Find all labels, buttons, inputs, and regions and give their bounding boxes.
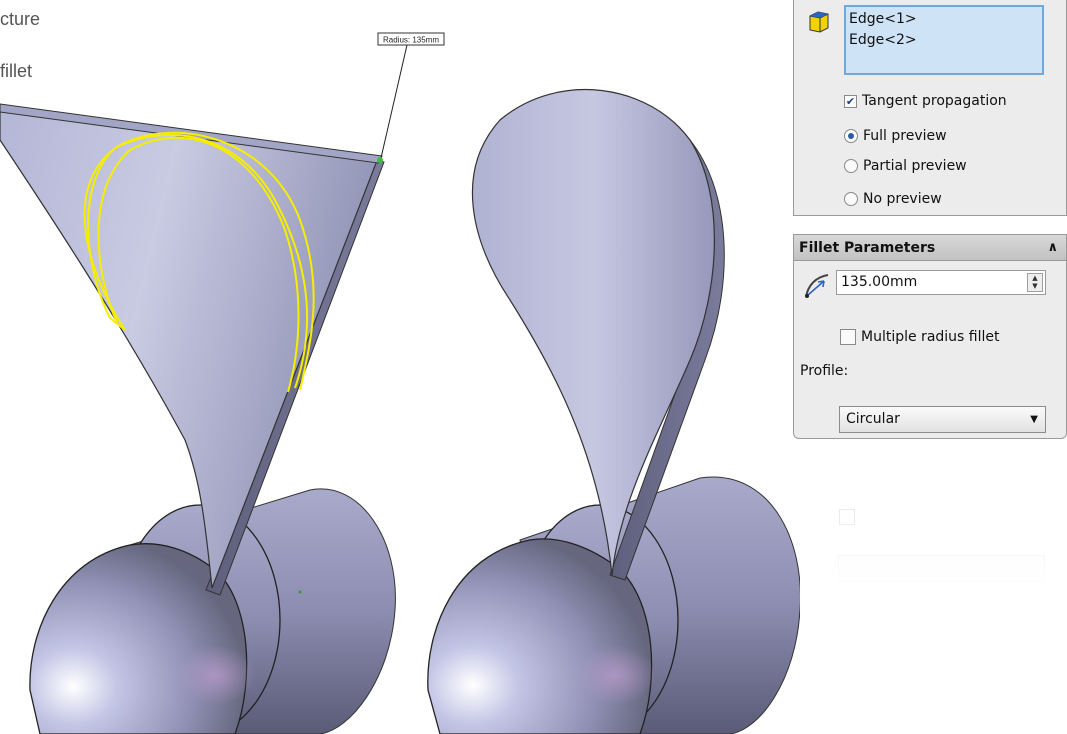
no-preview-option[interactable]: No preview <box>844 191 942 207</box>
multiple-radius-checkbox[interactable] <box>840 329 856 345</box>
chevron-down-icon: ▼ <box>1030 414 1038 425</box>
profile-dropdown[interactable]: Circular ▼ <box>839 406 1046 433</box>
right-model[interactable] <box>427 89 800 734</box>
profile-label: Profile: <box>800 363 849 379</box>
panel-reflection <box>793 440 1067 590</box>
partial-preview-option[interactable]: Partial preview <box>844 158 967 174</box>
partial-preview-radio[interactable] <box>844 159 858 173</box>
tangent-propagation-option[interactable]: ✔ Tangent propagation <box>844 93 1007 109</box>
no-preview-radio[interactable] <box>844 192 858 206</box>
no-preview-label: No preview <box>863 191 942 207</box>
graphics-viewport[interactable]: Radius: 135mm <box>0 0 800 734</box>
radius-spinner[interactable]: ▲ ▼ <box>1027 273 1043 292</box>
selection-panel: Edge<1> Edge<2> ✔ Tangent propagation Fu… <box>793 0 1067 216</box>
multiple-radius-option[interactable]: Multiple radius fillet <box>840 329 1000 345</box>
tangent-propagation-label: Tangent propagation <box>862 93 1007 109</box>
fillet-parameters-header[interactable]: Fillet Parameters ∧ <box>794 235 1066 261</box>
list-item[interactable]: Edge<1> <box>849 9 1039 30</box>
radius-icon <box>805 274 829 298</box>
full-preview-radio[interactable] <box>844 129 858 143</box>
profile-value: Circular <box>846 411 900 427</box>
fillet-parameters-title: Fillet Parameters <box>799 240 936 256</box>
radius-value: 135.00mm <box>841 274 918 290</box>
radius-callout[interactable]: Radius: 135mm <box>383 36 439 45</box>
radius-input[interactable]: 135.00mm ▲ ▼ <box>836 270 1046 295</box>
left-model[interactable]: Radius: 135mm <box>0 32 445 734</box>
collapse-icon[interactable]: ∧ <box>1047 235 1058 261</box>
full-preview-label: Full preview <box>863 128 947 144</box>
tangent-propagation-checkbox[interactable]: ✔ <box>844 94 857 108</box>
full-preview-option[interactable]: Full preview <box>844 128 947 144</box>
fillet-parameters-panel: Fillet Parameters ∧ 135.00mm ▲ ▼ Multiple… <box>793 234 1067 439</box>
list-item[interactable]: Edge<2> <box>849 30 1039 51</box>
edge-selection-icon <box>809 11 829 33</box>
multiple-radius-label: Multiple radius fillet <box>861 329 1000 345</box>
edges-selection-list[interactable]: Edge<1> Edge<2> <box>844 5 1044 75</box>
partial-preview-label: Partial preview <box>863 158 967 174</box>
